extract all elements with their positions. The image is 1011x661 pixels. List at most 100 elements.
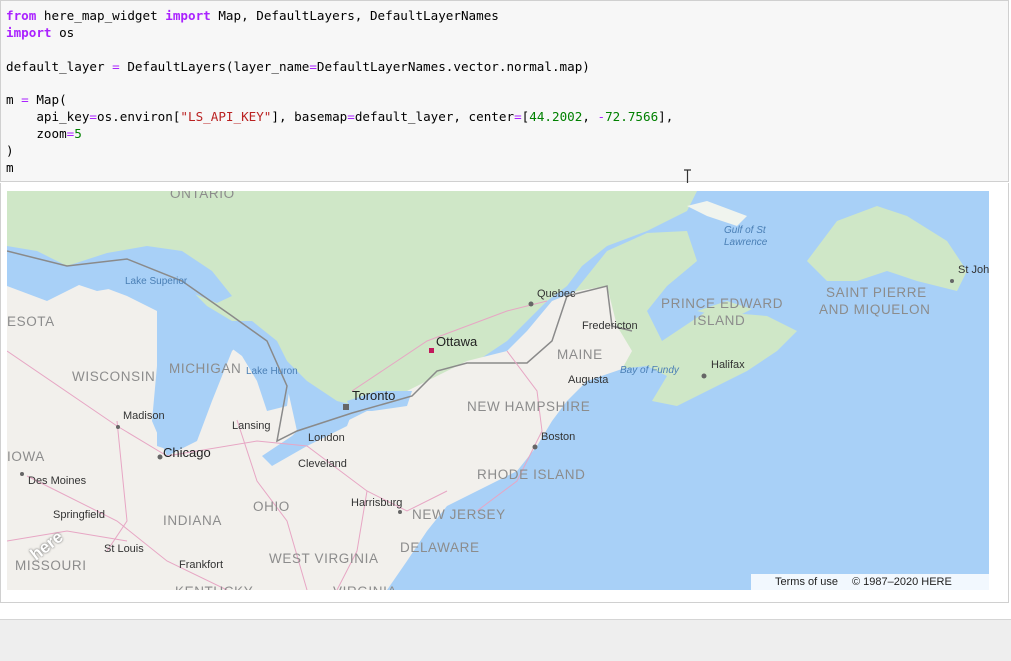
city-marker-harrisburg bbox=[398, 510, 402, 514]
code-line: import os bbox=[6, 25, 673, 42]
map-label: NEW JERSEY bbox=[412, 507, 506, 522]
code-line: ) bbox=[6, 143, 673, 160]
code-token: DefaultLayers(layer_name bbox=[119, 58, 310, 74]
code-token: m bbox=[6, 92, 22, 108]
city-marker-chicago bbox=[157, 454, 163, 460]
map-label: KENTUCKY bbox=[175, 584, 253, 590]
map-label: Des Moines bbox=[28, 475, 87, 487]
city-marker-quebec bbox=[528, 301, 534, 307]
code-token: default_layer, center bbox=[354, 109, 515, 125]
map-label: Cleveland bbox=[298, 458, 347, 470]
notebook-bottom-panel bbox=[0, 619, 1011, 661]
map-label: WEST VIRGINIA bbox=[269, 551, 379, 566]
map-label: ONTARIO bbox=[170, 191, 235, 201]
code-token: api_key bbox=[6, 109, 90, 125]
map-label: Lake Huron bbox=[246, 366, 298, 377]
map-label: MISSOURI bbox=[15, 558, 87, 573]
code-token: os bbox=[51, 24, 75, 40]
map-label: Quebec bbox=[537, 288, 576, 300]
code-token: = bbox=[21, 92, 29, 108]
map-label: Lansing bbox=[232, 420, 271, 432]
map-label: Springfield bbox=[53, 509, 105, 521]
map-label: Frankfort bbox=[179, 559, 224, 571]
code-token: Map, DefaultLayers, DefaultLayerNames bbox=[210, 8, 499, 23]
map-label: DELAWARE bbox=[400, 540, 480, 555]
map-label: OHIO bbox=[253, 499, 290, 514]
map-label: Boston bbox=[541, 431, 576, 443]
city-marker-boston bbox=[532, 444, 538, 450]
map-label: ESOTA bbox=[7, 314, 55, 329]
map-label: WISCONSIN bbox=[72, 369, 156, 384]
code-token: 5 bbox=[74, 126, 82, 142]
code-token: Map( bbox=[28, 92, 67, 108]
city-marker-madison bbox=[116, 425, 120, 429]
map-label: Lake Superior bbox=[125, 276, 188, 287]
map-label: INDIANA bbox=[163, 513, 222, 528]
map-label: Fredericton bbox=[582, 320, 638, 332]
map-label: ISLAND bbox=[693, 313, 746, 328]
code-token: m bbox=[6, 160, 14, 176]
lake-michigan bbox=[157, 326, 197, 451]
map-label: London bbox=[308, 432, 345, 444]
map-label: Lawrence bbox=[724, 237, 768, 248]
code-token: from bbox=[6, 8, 37, 23]
city-marker-st-johns bbox=[950, 279, 954, 283]
code-token: = bbox=[514, 109, 522, 125]
map-label: PRINCE EDWARD bbox=[661, 296, 784, 311]
code-line: m bbox=[6, 160, 673, 177]
code-line: zoom=5 bbox=[6, 126, 673, 143]
code-token: = bbox=[347, 109, 355, 125]
map-label: MICHIGAN bbox=[169, 361, 242, 376]
map-label: Augusta bbox=[568, 374, 609, 386]
map-attribution: Terms of use © 1987–2020 HERE bbox=[751, 574, 989, 590]
map-label: Bay of Fundy bbox=[620, 365, 679, 376]
code-token: DefaultLayerNames.vector.normal.map) bbox=[316, 58, 590, 74]
map-label: Ottawa bbox=[436, 334, 478, 349]
land-newfoundland bbox=[807, 206, 967, 291]
map-label: SAINT PIERRE bbox=[826, 285, 927, 300]
code-line: default_layer = DefaultLayers(layer_name… bbox=[6, 59, 673, 76]
map-label: NEW HAMPSHIRE bbox=[467, 399, 591, 414]
city-marker-des-moines bbox=[20, 472, 24, 476]
map-label: Chicago bbox=[163, 445, 211, 460]
code-token: "LS_API_KEY" bbox=[180, 109, 272, 125]
map-label: Madison bbox=[123, 410, 165, 422]
code-token: = bbox=[89, 109, 97, 125]
code-token: here_map_widget bbox=[36, 8, 166, 23]
land-anticosti bbox=[687, 201, 747, 226]
code-token: ) bbox=[6, 143, 14, 159]
code-token: , bbox=[582, 109, 598, 125]
capital-marker-ottawa bbox=[429, 348, 434, 353]
code-token: zoom bbox=[6, 126, 67, 142]
map-label: St Louis bbox=[104, 543, 144, 555]
city-marker-toronto bbox=[343, 404, 349, 410]
map-label: VIRGINIA bbox=[333, 584, 397, 590]
code-token: ], bbox=[658, 109, 674, 125]
code-line: api_key=os.environ["LS_API_KEY"], basema… bbox=[6, 109, 673, 126]
code-token: 44.2002 bbox=[529, 109, 583, 125]
map-widget[interactable]: ONTARIO ESOTA WISCONSIN MICHIGAN IOWA INDIANA… bbox=[7, 191, 989, 590]
code-line: from here_map_widget import Map, Default… bbox=[6, 8, 673, 25]
map-label: MAINE bbox=[557, 347, 603, 362]
code-token: - bbox=[597, 109, 606, 125]
code-token: ], basemap bbox=[271, 109, 348, 125]
code-line: m = Map( bbox=[6, 92, 673, 109]
map-label: Halifax bbox=[711, 359, 745, 371]
code-editor[interactable]: from here_map_widget import Map, Default… bbox=[6, 8, 673, 177]
map-label: St Joh bbox=[958, 264, 989, 276]
city-marker-halifax bbox=[701, 373, 707, 379]
map-label: Toronto bbox=[352, 388, 396, 403]
code-token: import bbox=[165, 8, 211, 23]
code-token: os.environ[ bbox=[97, 109, 181, 125]
copyright-text: © 1987–2020 HERE bbox=[851, 576, 952, 588]
map-label: Harrisburg bbox=[351, 497, 403, 509]
code-token: import bbox=[6, 24, 52, 40]
terms-of-use-link[interactable]: Terms of use bbox=[775, 576, 838, 588]
code-cell[interactable]: from here_map_widget import Map, Default… bbox=[0, 0, 1009, 182]
code-token: default_layer bbox=[6, 58, 113, 74]
map-label: AND MIQUELON bbox=[819, 302, 931, 317]
code-token: 72.7566 bbox=[605, 109, 659, 125]
map-canvas[interactable] bbox=[7, 191, 989, 590]
map-label: IOWA bbox=[7, 449, 45, 464]
